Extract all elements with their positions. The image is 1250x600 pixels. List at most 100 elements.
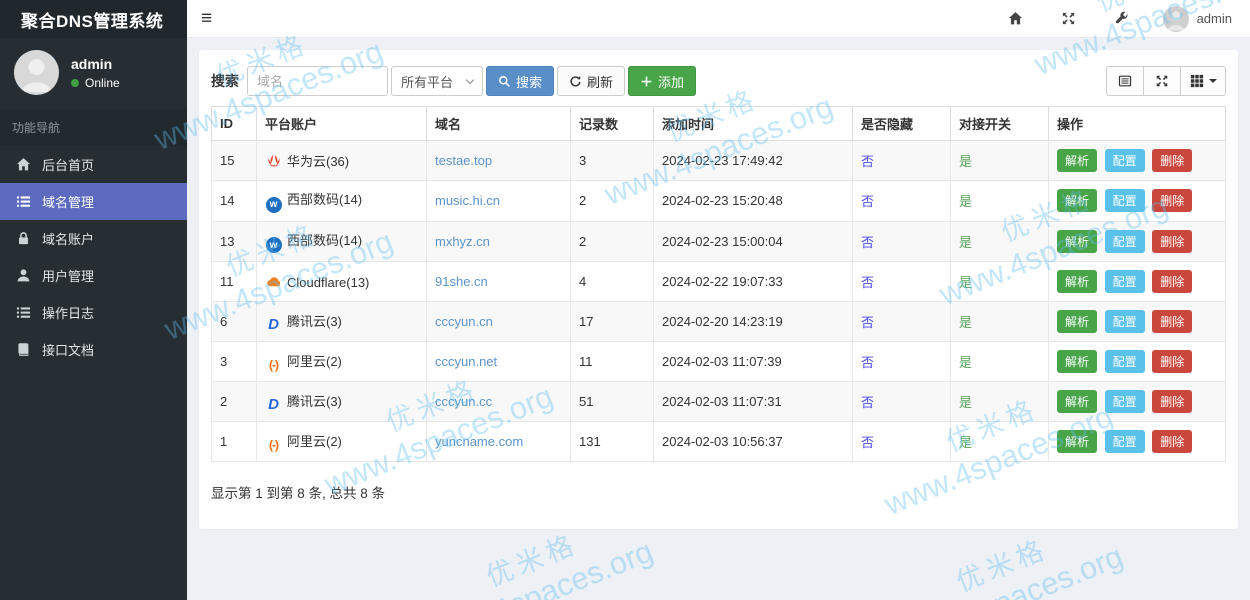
- cell-id: 6: [211, 301, 257, 342]
- domain-link[interactable]: mxhyz.cn: [435, 234, 490, 249]
- domain-link[interactable]: yuncname.com: [435, 434, 523, 449]
- domain-link[interactable]: cccyun.cn: [435, 314, 493, 329]
- avatar[interactable]: [1162, 5, 1189, 32]
- card-view-icon[interactable]: [1106, 66, 1144, 96]
- cell-added-time: 2024-02-23 15:20:48: [653, 180, 853, 222]
- cell-id: 2: [211, 381, 257, 422]
- resolve-button[interactable]: 解析: [1057, 390, 1098, 413]
- hidden-toggle-link[interactable]: 否: [861, 275, 874, 290]
- domain-link[interactable]: 91she.cn: [435, 274, 488, 289]
- switch-status: 是: [959, 395, 973, 410]
- platform-icon-aliyun: (-): [269, 437, 279, 452]
- sidebar-item-docs[interactable]: 接口文档: [0, 331, 187, 368]
- delete-button[interactable]: 删除: [1152, 350, 1193, 373]
- platform-name: 腾讯云(3): [287, 393, 342, 409]
- table-view-controls: [1106, 66, 1226, 96]
- hidden-toggle-link[interactable]: 否: [861, 315, 874, 330]
- search-input[interactable]: [247, 66, 388, 96]
- resolve-button[interactable]: 解析: [1057, 310, 1098, 333]
- cell-id: 15: [211, 140, 257, 181]
- delete-button[interactable]: 删除: [1152, 270, 1193, 293]
- refresh-button[interactable]: 刷新: [557, 66, 626, 96]
- platform-icon-west: w: [265, 237, 282, 253]
- hidden-toggle-link[interactable]: 否: [861, 154, 874, 169]
- config-button[interactable]: 配置: [1104, 430, 1145, 453]
- hidden-toggle-link[interactable]: 否: [861, 435, 874, 450]
- main-content: 搜索 所有平台 搜索 刷新 添加: [187, 38, 1250, 600]
- delete-button[interactable]: 删除: [1152, 229, 1193, 253]
- online-status-label: Online: [85, 75, 120, 90]
- delete-button[interactable]: 删除: [1152, 390, 1193, 413]
- table-header-row: ID 平台账户 域名 记录数 添加时间 是否隐藏 对接开关 操作: [211, 106, 1226, 141]
- refresh-icon: [570, 75, 581, 87]
- cell-switch: 是: [950, 301, 1049, 342]
- table-row: 6 D 腾讯云(3) cccyun.cn 17 2024-02-20 14:23:…: [211, 301, 1226, 342]
- cell-id: 14: [211, 180, 257, 222]
- domain-link[interactable]: music.hi.cn: [435, 193, 500, 208]
- config-button[interactable]: 配置: [1104, 229, 1145, 253]
- add-button[interactable]: 添加: [628, 66, 697, 96]
- sidebar-nav: 后台首页 域名管理 域名账户 用户管理 操作日志 接口文档: [0, 146, 187, 368]
- cell-added-time: 2024-02-23 17:49:42: [653, 140, 853, 181]
- resolve-button[interactable]: 解析: [1057, 270, 1098, 293]
- cell-platform: (-) 阿里云(2): [256, 341, 427, 382]
- sidebar-item-home[interactable]: 后台首页: [0, 146, 187, 183]
- domain-link[interactable]: cccyun.cc: [435, 394, 492, 409]
- wrench-icon[interactable]: [1114, 11, 1129, 26]
- resolve-button[interactable]: 解析: [1057, 149, 1098, 172]
- config-button[interactable]: 配置: [1104, 310, 1145, 333]
- lock-icon: [16, 231, 32, 247]
- config-button[interactable]: 配置: [1104, 390, 1145, 413]
- resolve-button[interactable]: 解析: [1057, 350, 1098, 373]
- home-icon[interactable]: [1008, 11, 1023, 26]
- cell-added-time: 2024-02-03 10:56:37: [653, 421, 853, 462]
- toolbar: 搜索 所有平台 搜索 刷新 添加: [211, 66, 1226, 96]
- person-icon: [21, 59, 52, 92]
- column-header: 平台账户: [256, 106, 427, 141]
- platform-icon-aliyun: (-): [269, 357, 279, 372]
- cell-hidden: 否: [852, 381, 951, 422]
- resolve-button[interactable]: 解析: [1057, 189, 1098, 213]
- table-fullscreen-icon[interactable]: [1143, 66, 1181, 96]
- config-button[interactable]: 配置: [1104, 350, 1145, 373]
- cell-records: 51: [570, 381, 654, 422]
- sidebar-item-users[interactable]: 用户管理: [0, 257, 187, 294]
- cell-platform: (-) 阿里云(2): [256, 421, 427, 462]
- config-button[interactable]: 配置: [1104, 149, 1145, 172]
- navbar-username[interactable]: admin: [1197, 11, 1232, 26]
- hidden-toggle-link[interactable]: 否: [861, 235, 874, 250]
- plus-icon: [641, 76, 652, 86]
- cell-domain: yuncname.com: [426, 421, 571, 462]
- sidebar-item-accounts[interactable]: 域名账户: [0, 220, 187, 257]
- hidden-toggle-link[interactable]: 否: [861, 355, 874, 370]
- cell-hidden: 否: [852, 180, 951, 222]
- domain-link[interactable]: cccyun.net: [435, 354, 497, 369]
- config-button[interactable]: 配置: [1104, 189, 1145, 213]
- cell-actions: 解析 配置 删除: [1048, 421, 1226, 462]
- hidden-toggle-link[interactable]: 否: [861, 395, 874, 410]
- config-button[interactable]: 配置: [1104, 270, 1145, 293]
- switch-status: 是: [959, 234, 973, 250]
- delete-button[interactable]: 删除: [1152, 310, 1193, 333]
- switch-status: 是: [959, 275, 973, 290]
- cell-hidden: 否: [852, 341, 951, 382]
- sidebar-item-domains[interactable]: 域名管理: [0, 183, 187, 220]
- cell-platform: D 腾讯云(3): [256, 301, 427, 342]
- resolve-button[interactable]: 解析: [1057, 229, 1098, 253]
- delete-button[interactable]: 删除: [1152, 189, 1193, 213]
- platform-name: 西部数码(14): [287, 232, 363, 248]
- domain-link[interactable]: testae.top: [435, 153, 492, 168]
- cell-platform: Cloudflare(13): [256, 261, 427, 302]
- delete-button[interactable]: 删除: [1152, 149, 1193, 172]
- hidden-toggle-link[interactable]: 否: [861, 194, 874, 209]
- search-button[interactable]: 搜索: [486, 66, 555, 96]
- sidebar-toggle-button[interactable]: ≡: [187, 0, 226, 38]
- delete-button[interactable]: 删除: [1152, 430, 1193, 453]
- platform-select[interactable]: 所有平台: [391, 66, 483, 96]
- columns-dropdown-icon[interactable]: [1180, 66, 1226, 96]
- log-icon: [16, 305, 32, 321]
- resolve-button[interactable]: 解析: [1057, 430, 1098, 453]
- fullscreen-icon[interactable]: [1061, 11, 1076, 26]
- sidebar-item-logs[interactable]: 操作日志: [0, 294, 187, 331]
- platform-name: 西部数码(14): [287, 192, 363, 207]
